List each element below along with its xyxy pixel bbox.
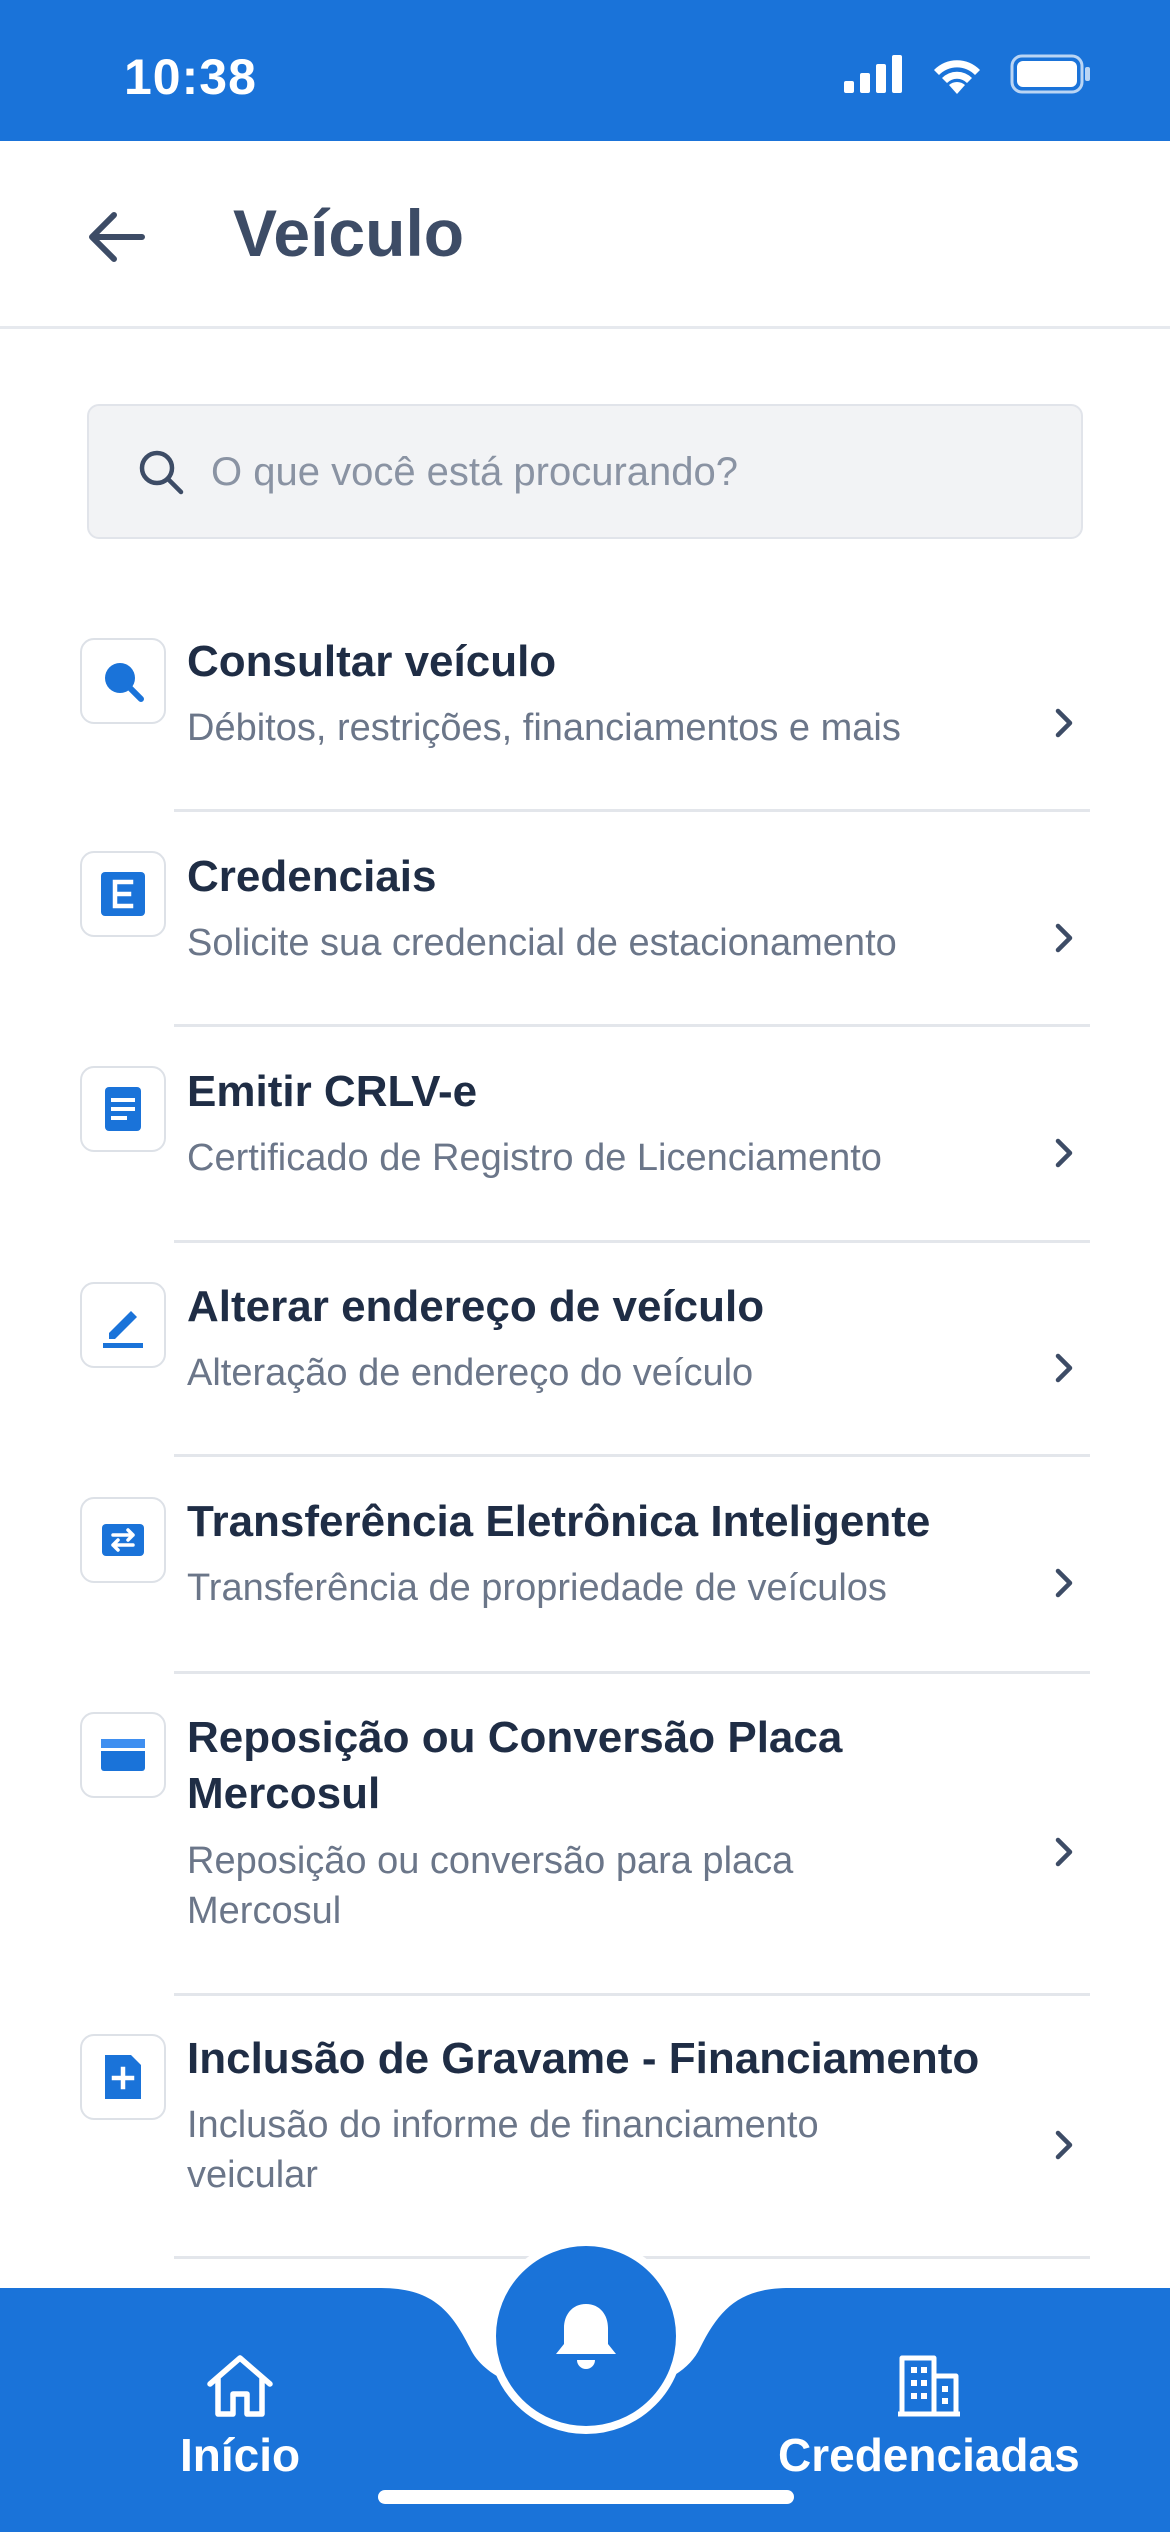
divider — [174, 809, 1090, 812]
chevron-right-icon — [1055, 923, 1073, 953]
divider — [174, 1240, 1090, 1243]
item-subtitle: Transferência de propriedade de veículos — [187, 1567, 887, 1609]
back-button[interactable] — [80, 201, 152, 273]
item-icon-box — [80, 638, 166, 724]
battery-icon — [1010, 54, 1090, 94]
chevron-right-icon — [1055, 1568, 1073, 1598]
item-title: Emitir CRLV-e — [187, 1067, 478, 1116]
item-title: Consultar veículo — [187, 637, 557, 686]
signal-icon — [844, 55, 902, 93]
divider — [174, 1671, 1090, 1674]
plate-icon — [101, 1739, 145, 1771]
item-subtitle: Reposição ou conversão para placa Mercos… — [187, 1840, 794, 1932]
wifi-icon — [934, 60, 980, 94]
status-bar: 10:38 — [0, 0, 1170, 141]
search-input[interactable] — [211, 426, 1051, 518]
item-icon-box — [80, 1712, 166, 1798]
e-badge-icon — [101, 872, 145, 916]
add-document-icon — [105, 2055, 141, 2099]
home-indicator — [378, 2490, 794, 2504]
nav-home-label: Início — [180, 2429, 301, 2481]
status-time: 10:38 — [124, 49, 257, 105]
nav-accredited-label: Credenciadas — [778, 2429, 1080, 2481]
item-title: Credenciais — [187, 852, 437, 901]
transfer-icon — [102, 1524, 144, 1556]
bell-icon — [556, 2304, 616, 2369]
item-subtitle: Certificado de Registro de Licenciamento — [187, 1137, 882, 1179]
item-subtitle: Débitos, restrições, financiamentos e ma… — [187, 707, 901, 749]
divider — [174, 1024, 1090, 1027]
status-icons — [844, 54, 1092, 94]
item-icon-box — [80, 1282, 166, 1368]
chevron-right-icon — [1055, 1138, 1073, 1168]
item-title: Transferência Eletrônica Inteligente — [187, 1497, 931, 1546]
home-icon — [207, 2355, 273, 2417]
item-subtitle: Inclusão do informe de financiamento vei… — [187, 2104, 819, 2196]
chevron-right-icon — [1055, 2130, 1073, 2160]
item-icon-box — [80, 851, 166, 937]
item-title: Alterar endereço de veículo — [187, 1282, 765, 1331]
divider — [174, 1454, 1090, 1457]
chevron-right-icon — [1055, 1837, 1073, 1867]
item-subtitle: Alteração de endereço do veículo — [187, 1352, 754, 1394]
chevron-right-icon — [1055, 1353, 1073, 1383]
arrow-left-icon — [89, 212, 145, 262]
page-title: Veículo — [233, 196, 465, 270]
search-icon — [105, 663, 144, 702]
edit-icon — [103, 1311, 143, 1348]
app-header: Veículo — [0, 141, 1170, 329]
notifications-button[interactable] — [488, 2238, 684, 2434]
item-title: Inclusão de Gravame - Financiamento — [187, 2034, 980, 2083]
chevron-right-icon — [1055, 708, 1073, 738]
search-icon — [139, 450, 184, 495]
item-icon-box — [80, 1497, 166, 1583]
item-title: Reposição ou Conversão Placa Mercosul — [187, 1713, 843, 1818]
nav-accredited[interactable]: Credenciadas — [778, 2350, 1080, 2482]
item-subtitle: Solicite sua credencial de estacionament… — [187, 922, 897, 964]
search-bar[interactable] — [87, 404, 1083, 539]
document-icon — [105, 1087, 141, 1131]
building-icon — [897, 2355, 960, 2417]
item-icon-box — [80, 1066, 166, 1152]
nav-home[interactable]: Início — [180, 2350, 300, 2482]
item-icon-box — [80, 2034, 166, 2120]
divider — [174, 1993, 1090, 1996]
